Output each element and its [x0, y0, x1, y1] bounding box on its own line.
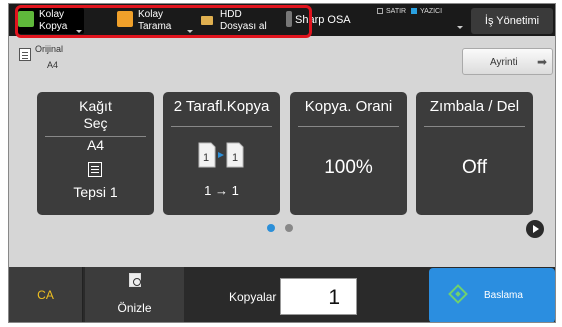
job-status-button[interactable]: İş Yönetimi: [471, 8, 553, 34]
duplex-title: 2 Tarafl.Kopya: [173, 98, 270, 115]
start-icon: [448, 284, 468, 304]
preview-icon: [129, 273, 141, 287]
clear-all-button[interactable]: CA: [9, 267, 83, 322]
duplex-left-page-number: 1: [203, 152, 209, 164]
document-icon: [19, 48, 31, 61]
paper-select-title-line2: Seç: [83, 115, 108, 131]
original-label: Orijinal: [35, 44, 64, 54]
line-status-icon: [377, 8, 383, 15]
preview-label: Önizle: [117, 301, 152, 315]
detail-button[interactable]: Ayrinti ➡: [462, 48, 553, 75]
arrow-right-icon: ➡: [537, 55, 548, 69]
printer-status-icon: [411, 8, 417, 15]
copy-screen: Kolay Kopya Kolay Tarama HDD Dosyası al …: [8, 3, 556, 323]
line-indicator-label: SATIR: [386, 8, 407, 15]
detail-label: Ayrinti: [490, 57, 518, 68]
duplex-mode: 1 → 1: [204, 183, 239, 198]
copy-ratio-value: 100%: [324, 157, 373, 178]
line-indicator: SATIR: [377, 8, 406, 15]
copies-input[interactable]: 1: [280, 278, 357, 315]
paper-tray: Tepsi 1: [73, 184, 118, 200]
paper-select-title-line1: Kağıt: [79, 98, 112, 114]
shortcut-highlight-frame: [15, 5, 312, 38]
bottom-bar: CA Önizle Kopyalar 1 Baslama: [9, 267, 555, 322]
printer-indicator-label: YAZICI: [420, 8, 443, 15]
divider: [171, 126, 272, 127]
divider: [298, 126, 399, 127]
duplex-icon: 1 1: [198, 142, 244, 168]
duplex-copy-key[interactable]: 2 Tarafl.Kopya 1 1 1 → 1: [163, 92, 280, 215]
printer-indicator: YAZICI: [411, 8, 442, 15]
tray-icon: [88, 162, 102, 177]
start-button[interactable]: Baslama: [429, 268, 555, 322]
duplex-right-page-number: 1: [232, 152, 238, 164]
chevron-down-icon: [457, 26, 463, 29]
staple-punch-value: Off: [462, 157, 487, 178]
divider: [424, 126, 525, 127]
start-label: Baslama: [484, 290, 523, 301]
page-dot-active[interactable]: [267, 224, 275, 232]
copy-ratio-key[interactable]: Kopya. Orani 100%: [290, 92, 407, 215]
next-page-button[interactable]: [526, 220, 544, 238]
paper-select-key[interactable]: Kağıt Seç A4 Tepsi 1: [37, 92, 154, 215]
staple-punch-key[interactable]: Zımbala / Del Off: [416, 92, 533, 215]
staple-punch-title: Zımbala / Del: [429, 98, 520, 115]
copies-label: Kopyalar: [229, 290, 277, 304]
page-dot[interactable]: [285, 224, 293, 232]
original-size: A4: [47, 60, 59, 70]
paper-size: A4: [86, 137, 105, 153]
preview-button[interactable]: Önizle: [85, 267, 184, 322]
copy-ratio-title: Kopya. Orani: [304, 98, 393, 115]
